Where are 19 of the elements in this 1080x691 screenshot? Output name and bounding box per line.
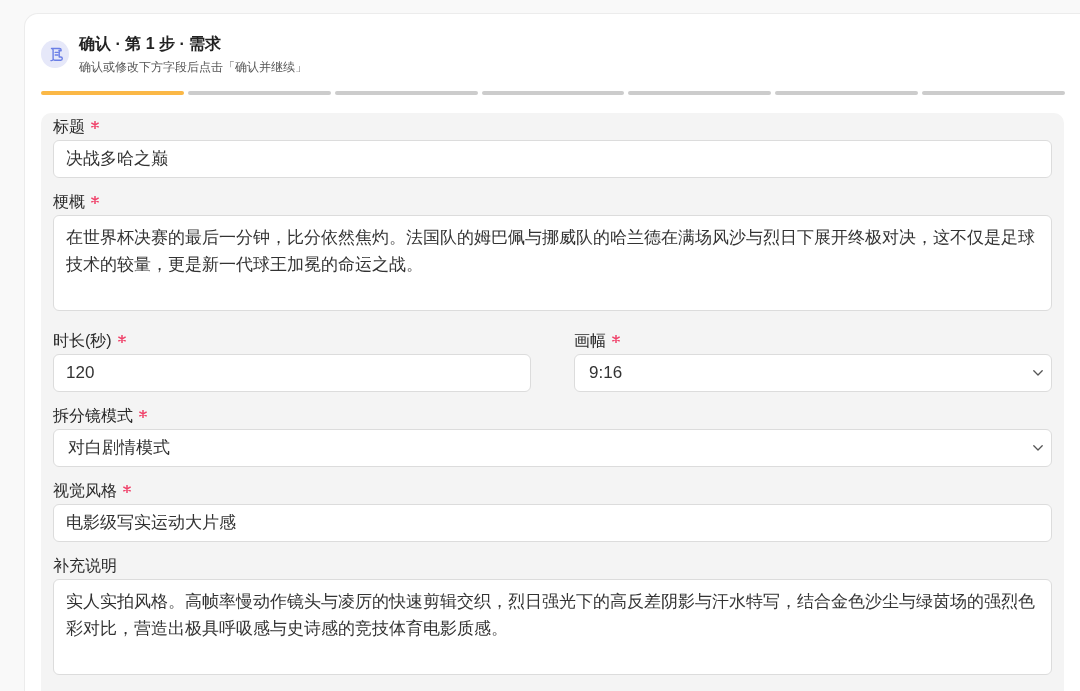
- text-field[interactable]: 电影级写实运动大片感: [53, 504, 1052, 542]
- text-field[interactable]: 决战多哈之巅: [53, 140, 1052, 178]
- scroll-icon: [41, 40, 69, 68]
- dropdown[interactable]: 对白剧情模式: [53, 429, 1052, 467]
- textarea-field[interactable]: 实人实拍风格。高帧率慢动作镜头与凌厉的快速剪辑交织，烈日强光下的高反差阴影与汗水特写，结合金色沙尘与绿茵场的强烈色彩对比，营造出极具呼吸感与史诗感的竞技体育电影质感。: [53, 579, 1052, 675]
- card-title: 确认 · 第 1 步 · 需求: [79, 34, 223, 54]
- field-label: 补充说明: [53, 556, 117, 576]
- text-field[interactable]: 120: [53, 354, 531, 392]
- chevron-down-icon: [1033, 445, 1043, 451]
- textarea-field[interactable]: 在世界杯决赛的最后一分钟，比分依然焦灼。法国队的姆巴佩与挪威队的哈兰德在满场风沙与烈日下展开终极对决，这不仅是足球技术的较量，更是新一代球王加冕的命运之战。: [53, 215, 1052, 311]
- field-label: 梗概: [53, 192, 85, 212]
- field-label: 画幅: [574, 331, 606, 351]
- chevron-down-icon: [1033, 370, 1043, 376]
- card-subtitle: 确认或修改下方字段后点击「确认并继续」: [79, 60, 307, 75]
- field-label: 拆分镜模式: [53, 406, 133, 426]
- field-label: 时长(秒): [53, 331, 112, 351]
- field-label: 视觉风格: [53, 481, 117, 501]
- field-label: 标题: [53, 117, 85, 137]
- dropdown[interactable]: 9:16: [574, 354, 1052, 392]
